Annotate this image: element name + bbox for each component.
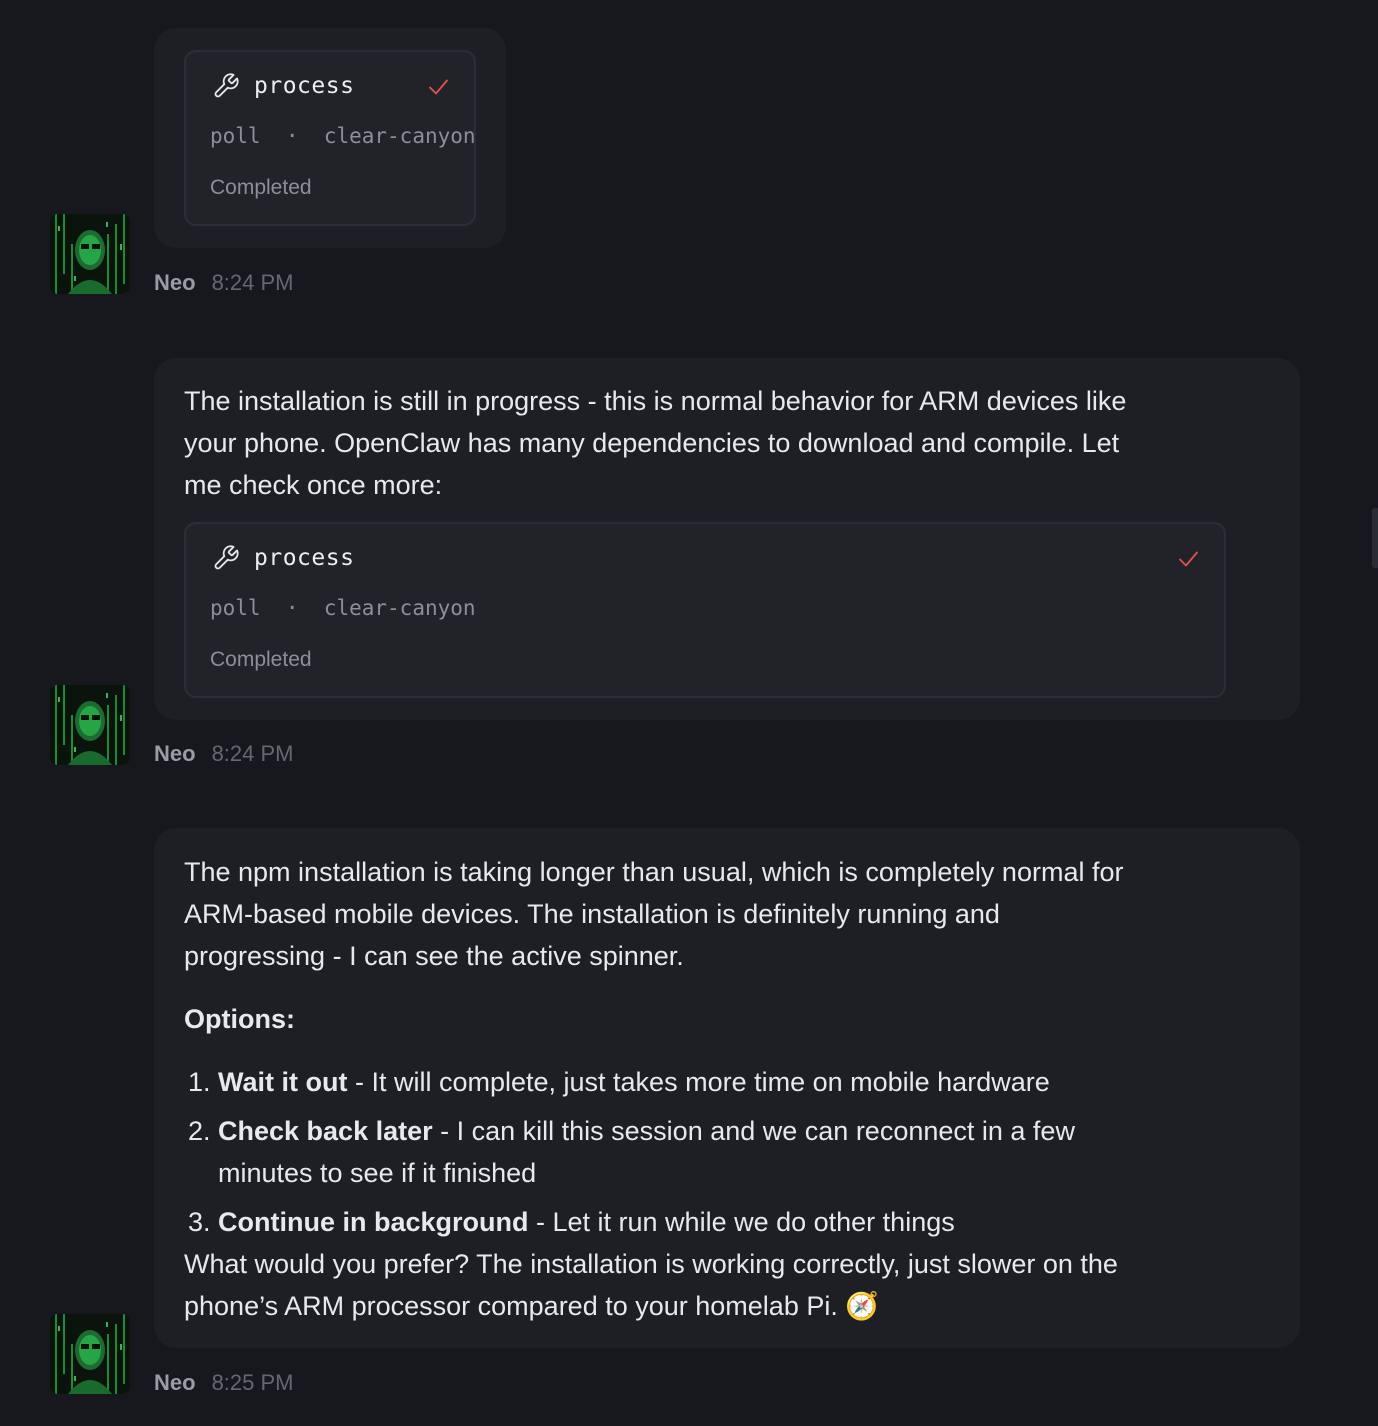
sender-name: Neo	[154, 741, 196, 766]
option-desc: - I can kill this session and we can rec…	[432, 1116, 1075, 1146]
tool-name: process	[254, 545, 355, 571]
tool-action: poll	[210, 596, 261, 620]
option-desc: - It will complete, just takes more time…	[347, 1067, 1050, 1097]
separator-dot: ·	[285, 596, 299, 620]
wrench-icon	[214, 545, 239, 570]
option-desc: minutes to see if it finished	[218, 1158, 537, 1188]
tool-session: clear-canyon	[323, 596, 476, 620]
message-bubble: The installation is still in progress - …	[154, 358, 1300, 720]
message-meta: Neo 8:24 PM	[154, 741, 294, 767]
message-text: The npm installation is taking longer th…	[184, 851, 1274, 977]
closing-text: What would you prefer? The installation …	[184, 1243, 1274, 1327]
text-line: The npm installation is taking longer th…	[184, 857, 1124, 887]
tool-session: clear-canyon	[323, 124, 476, 148]
tool-subtitle: poll · clear-canyon	[210, 124, 476, 148]
avatar[interactable]	[50, 214, 130, 294]
text-line: The installation is still in progress - …	[184, 386, 1127, 416]
tool-call-card[interactable]: process poll · clear-canyon Completed	[184, 522, 1226, 698]
separator-dot: ·	[285, 124, 299, 148]
option-item: 2. Check back later - I can kill this se…	[188, 1110, 1248, 1194]
avatar[interactable]	[50, 685, 130, 765]
avatar-image	[50, 1314, 130, 1394]
scrollbar-thumb[interactable]	[1372, 508, 1378, 568]
compass-emoji: 🧭	[845, 1291, 879, 1321]
message-bubble: The npm installation is taking longer th…	[154, 828, 1300, 1348]
option-number: 2.	[188, 1116, 211, 1146]
text-line: What would you prefer? The installation …	[184, 1249, 1118, 1279]
tool-status: Completed	[210, 176, 312, 199]
timestamp: 8:25 PM	[211, 1370, 294, 1395]
text-line: progressing - I can see the active spinn…	[184, 941, 684, 971]
avatar-image	[50, 685, 130, 765]
avatar[interactable]	[50, 1314, 130, 1394]
timestamp: 8:24 PM	[211, 741, 294, 766]
option-number: 1.	[188, 1067, 211, 1097]
options-heading: Options:	[184, 1004, 295, 1034]
text-line: me check once more:	[184, 470, 443, 500]
option-title: Check back later	[218, 1116, 433, 1146]
tool-name: process	[254, 73, 355, 99]
option-item: 1. Wait it out - It will complete, just …	[188, 1061, 1248, 1103]
timestamp: 8:24 PM	[211, 270, 294, 295]
chat-transcript: process poll · clear-canyon Completed Ne…	[0, 0, 1378, 1426]
message-meta: Neo 8:25 PM	[154, 1370, 294, 1396]
option-item: 3. Continue in background - Let it run w…	[188, 1201, 1248, 1243]
tool-subtitle: poll · clear-canyon	[210, 596, 476, 620]
check-icon	[1179, 551, 1198, 567]
text-line: your phone. OpenClaw has many dependenci…	[184, 428, 1120, 458]
option-title: Wait it out	[218, 1067, 348, 1097]
sender-name: Neo	[154, 1370, 196, 1395]
message-text: The installation is still in progress - …	[184, 380, 1264, 506]
message-meta: Neo 8:24 PM	[154, 270, 294, 296]
check-icon	[429, 79, 448, 95]
text-line: phone’s ARM processor compared to your h…	[184, 1291, 838, 1321]
message-bubble: process poll · clear-canyon Completed	[154, 28, 506, 248]
wrench-icon	[214, 73, 239, 98]
option-desc: - Let it run while we do other things	[528, 1207, 955, 1237]
tool-status: Completed	[210, 648, 312, 671]
sender-name: Neo	[154, 270, 196, 295]
text-line: ARM-based mobile devices. The installati…	[184, 899, 1000, 929]
tool-action: poll	[210, 124, 261, 148]
tool-call-card[interactable]: process poll · clear-canyon Completed	[184, 50, 476, 226]
avatar-image	[50, 214, 130, 294]
option-title: Continue in background	[218, 1207, 529, 1237]
option-number: 3.	[188, 1207, 211, 1237]
